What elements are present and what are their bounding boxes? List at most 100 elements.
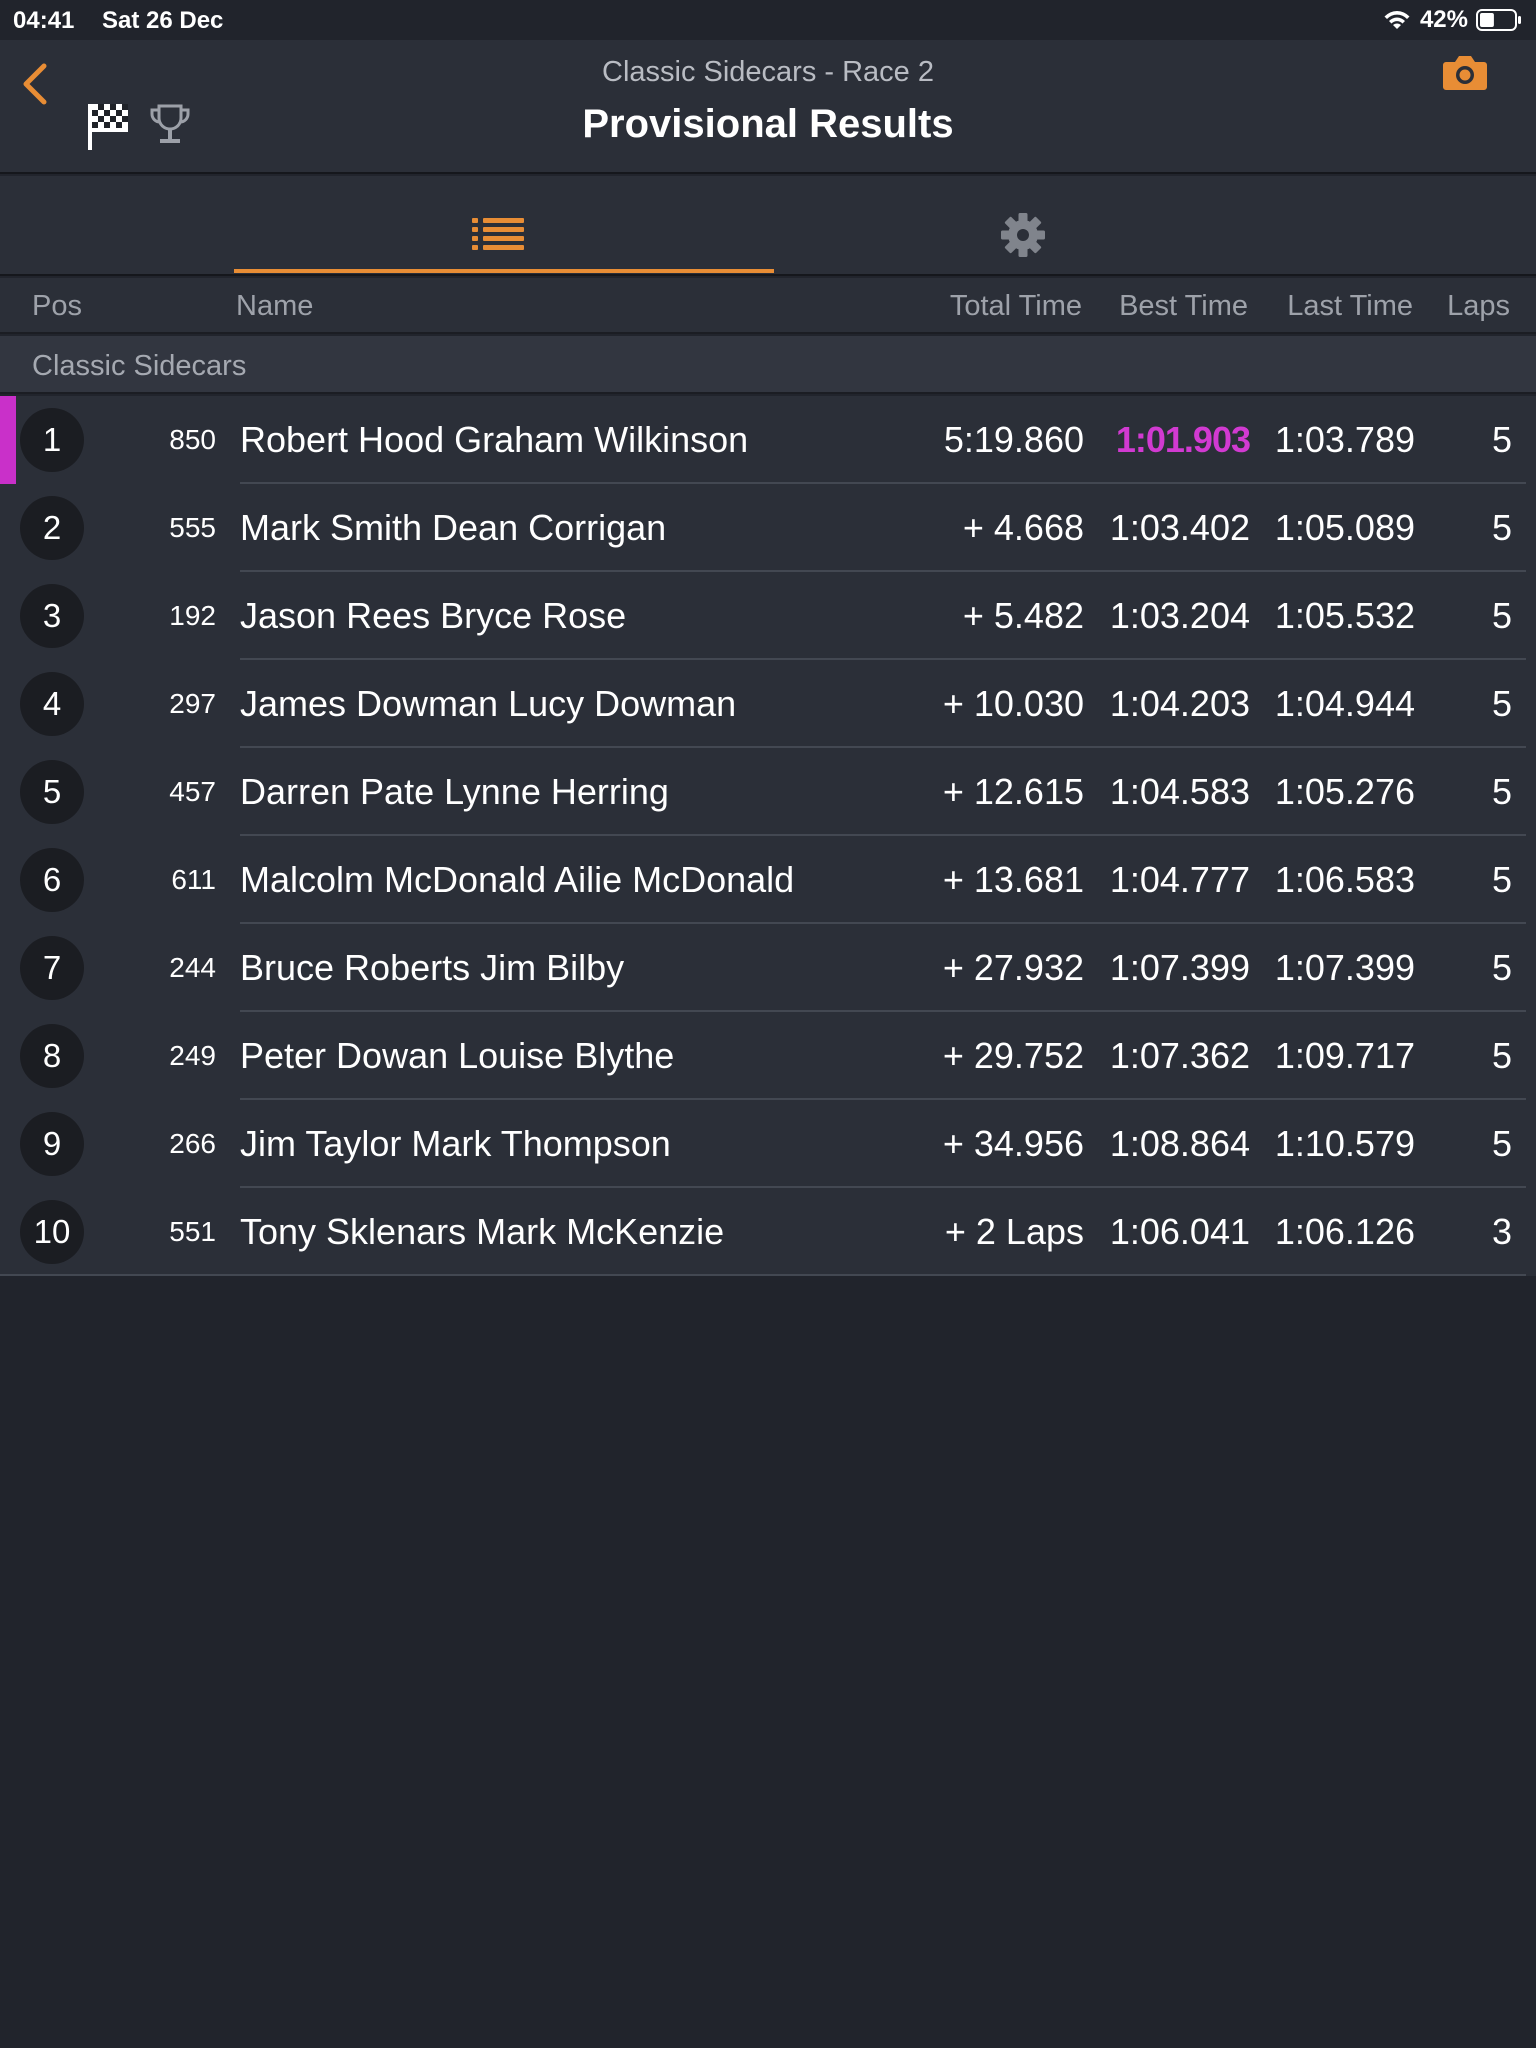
total-time: + 12.615 [942, 771, 1084, 812]
laps: 5 [1491, 771, 1512, 812]
race-number: 192 [169, 600, 216, 631]
race-number: 249 [169, 1040, 216, 1071]
total-time: 5:19.860 [943, 419, 1084, 460]
rider-names: Jim Taylor Mark Thompson [240, 1123, 671, 1164]
header: Classic Sidecars - Race 2 Provisional Re… [0, 40, 1536, 174]
results-list: 1 850 Robert Hood Graham Wilkinson 5:19.… [0, 396, 1536, 1276]
status-indicators: 42% [1382, 6, 1522, 34]
tab-results-list[interactable] [234, 176, 774, 276]
result-row[interactable]: 10 551 Tony Sklenars Mark McKenzie + 2 L… [0, 1188, 1536, 1276]
laps: 5 [1491, 1123, 1512, 1164]
result-row[interactable]: 3 192 Jason Rees Bryce Rose + 5.482 1:03… [0, 572, 1536, 660]
rider-names: Peter Dowan Louise Blythe [240, 1035, 675, 1076]
position-badge: 6 [20, 848, 84, 912]
race-number: 555 [169, 512, 216, 543]
column-total-time: Total Time [949, 290, 1082, 322]
result-row[interactable]: 9 266 Jim Taylor Mark Thompson + 34.956 … [0, 1100, 1536, 1188]
status-time: 04:41 [13, 7, 75, 34]
rider-names: Jason Rees Bryce Rose [240, 595, 627, 636]
position-badge: 3 [20, 584, 84, 648]
status-date: Sat 26 Dec [102, 7, 224, 34]
race-number: 611 [171, 864, 216, 895]
best-time: 1:08.864 [1109, 1123, 1250, 1164]
rider-names: Darren Pate Lynne Herring [240, 771, 669, 812]
column-best-time: Best Time [1119, 290, 1248, 322]
active-tab-indicator [234, 269, 774, 273]
laps: 3 [1491, 1211, 1512, 1252]
laps: 5 [1491, 595, 1512, 636]
result-row[interactable]: 6 611 Malcolm McDonald Ailie McDonald + … [0, 836, 1536, 924]
best-time: 1:03.204 [1109, 595, 1250, 636]
column-pos: Pos [32, 290, 82, 322]
position-badge: 4 [20, 672, 84, 736]
last-time: 1:09.717 [1274, 1035, 1415, 1076]
total-time: + 4.668 [962, 507, 1084, 548]
total-time: + 5.482 [962, 595, 1084, 636]
last-time: 1:05.532 [1274, 595, 1415, 636]
battery-icon [1476, 9, 1521, 31]
laps: 5 [1491, 947, 1512, 988]
tab-settings[interactable] [774, 176, 1294, 276]
page-title: Provisional Results [582, 102, 954, 146]
position-badge: 5 [20, 760, 84, 824]
rider-names: Robert Hood Graham Wilkinson [240, 419, 749, 460]
leader-highlight [0, 396, 16, 484]
position-badge: 10 [20, 1200, 84, 1264]
race-number: 244 [169, 952, 216, 983]
result-row[interactable]: 2 555 Mark Smith Dean Corrigan + 4.668 1… [0, 484, 1536, 572]
total-time: + 10.030 [942, 683, 1084, 724]
status-bar: 04:41 Sat 26 Dec 42% [0, 0, 1536, 40]
race-number: 551 [169, 1216, 216, 1247]
list-icon [472, 218, 524, 250]
class-label: Classic Sidecars [32, 350, 247, 382]
last-time: 1:05.276 [1274, 771, 1415, 812]
rider-names: Mark Smith Dean Corrigan [240, 507, 667, 548]
last-time: 1:10.579 [1274, 1123, 1415, 1164]
position-badge: 1 [20, 408, 84, 472]
best-time: 1:07.399 [1109, 947, 1250, 988]
race-subtitle: Classic Sidecars - Race 2 [602, 56, 934, 88]
race-number: 266 [169, 1128, 216, 1159]
race-number: 457 [169, 776, 216, 807]
position-badge: 7 [20, 936, 84, 1000]
last-time: 1:05.089 [1274, 507, 1415, 548]
result-row[interactable]: 1 850 Robert Hood Graham Wilkinson 5:19.… [0, 396, 1536, 484]
column-name: Name [236, 290, 314, 322]
class-section-header: Classic Sidecars [0, 336, 1536, 394]
result-row[interactable]: 7 244 Bruce Roberts Jim Bilby + 27.932 1… [0, 924, 1536, 1012]
best-time-fastest: 1:01.903 [1115, 419, 1251, 460]
laps: 5 [1491, 1035, 1512, 1076]
total-time: + 2 Laps [944, 1211, 1084, 1252]
rider-names: Bruce Roberts Jim Bilby [240, 947, 625, 988]
result-row[interactable]: 5 457 Darren Pate Lynne Herring + 12.615… [0, 748, 1536, 836]
best-time: 1:07.362 [1109, 1035, 1250, 1076]
last-time: 1:04.944 [1274, 683, 1415, 724]
result-row[interactable]: 4 297 James Dowman Lucy Dowman + 10.030 … [0, 660, 1536, 748]
best-time: 1:03.402 [1109, 507, 1250, 548]
position-badge: 2 [20, 496, 84, 560]
last-time: 1:06.126 [1274, 1211, 1415, 1252]
rider-names: Malcolm McDonald Ailie McDonald [240, 859, 795, 900]
column-header: Pos Name Total Time Best Time Last Time … [0, 278, 1536, 334]
last-time: 1:06.583 [1274, 859, 1415, 900]
laps: 5 [1491, 859, 1512, 900]
total-time: + 27.932 [942, 947, 1084, 988]
total-time: + 34.956 [942, 1123, 1084, 1164]
best-time: 1:04.203 [1109, 683, 1250, 724]
total-time: + 29.752 [942, 1035, 1084, 1076]
column-laps: Laps [1447, 290, 1510, 322]
best-time: 1:04.583 [1109, 771, 1250, 812]
laps: 5 [1491, 683, 1512, 724]
wifi-icon [1384, 11, 1410, 29]
position-badge: 8 [20, 1024, 84, 1088]
gear-icon [1001, 213, 1045, 257]
best-time: 1:06.041 [1109, 1211, 1250, 1252]
result-row[interactable]: 8 249 Peter Dowan Louise Blythe + 29.752… [0, 1012, 1536, 1100]
battery-percent: 42% [1419, 6, 1468, 33]
laps: 5 [1491, 507, 1512, 548]
total-time: + 13.681 [942, 859, 1084, 900]
rider-names: James Dowman Lucy Dowman [240, 683, 737, 724]
last-time: 1:07.399 [1274, 947, 1415, 988]
laps: 5 [1491, 419, 1512, 460]
best-time: 1:04.777 [1109, 859, 1250, 900]
